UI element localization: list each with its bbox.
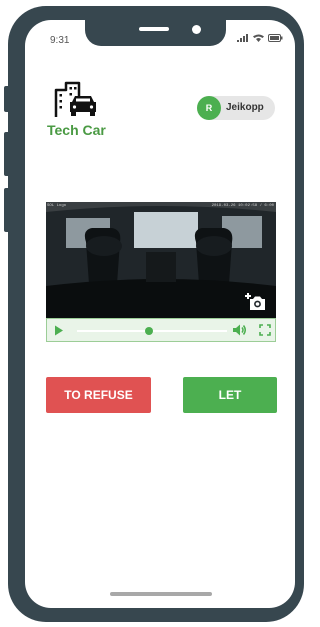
camera-timestamp: 2019-03-26 10:02:58 / 6:00 — [211, 204, 274, 208]
volume-icon[interactable] — [233, 324, 247, 336]
battery-icon — [268, 34, 283, 42]
add-photo-icon[interactable] — [244, 291, 266, 311]
refuse-button[interactable]: TO REFUSE — [46, 377, 151, 413]
city-car-icon — [54, 81, 96, 117]
play-icon[interactable] — [54, 325, 64, 336]
phone-notch — [85, 20, 226, 46]
status-icons — [237, 34, 283, 42]
signal-icon — [237, 34, 248, 42]
avatar: R — [197, 96, 221, 120]
video-player[interactable]: SOL Logo 2019-03-26 10:02:58 / 6:00 — [46, 202, 276, 318]
video-controls — [46, 318, 276, 342]
let-button[interactable]: LET — [183, 377, 277, 413]
wifi-icon — [253, 34, 264, 42]
phone-speaker — [139, 27, 169, 31]
brand-name: Tech Car — [47, 122, 106, 138]
camera-label: SOL Logo — [47, 204, 67, 208]
user-chip[interactable]: R Jeikopp — [197, 96, 275, 120]
progress-knob[interactable] — [145, 327, 153, 335]
video-frame — [46, 202, 276, 318]
home-indicator — [110, 592, 212, 596]
user-name: Jeikopp — [226, 102, 264, 113]
status-time: 9:31 — [50, 35, 70, 46]
fullscreen-icon[interactable] — [259, 324, 271, 336]
front-camera — [192, 25, 201, 34]
